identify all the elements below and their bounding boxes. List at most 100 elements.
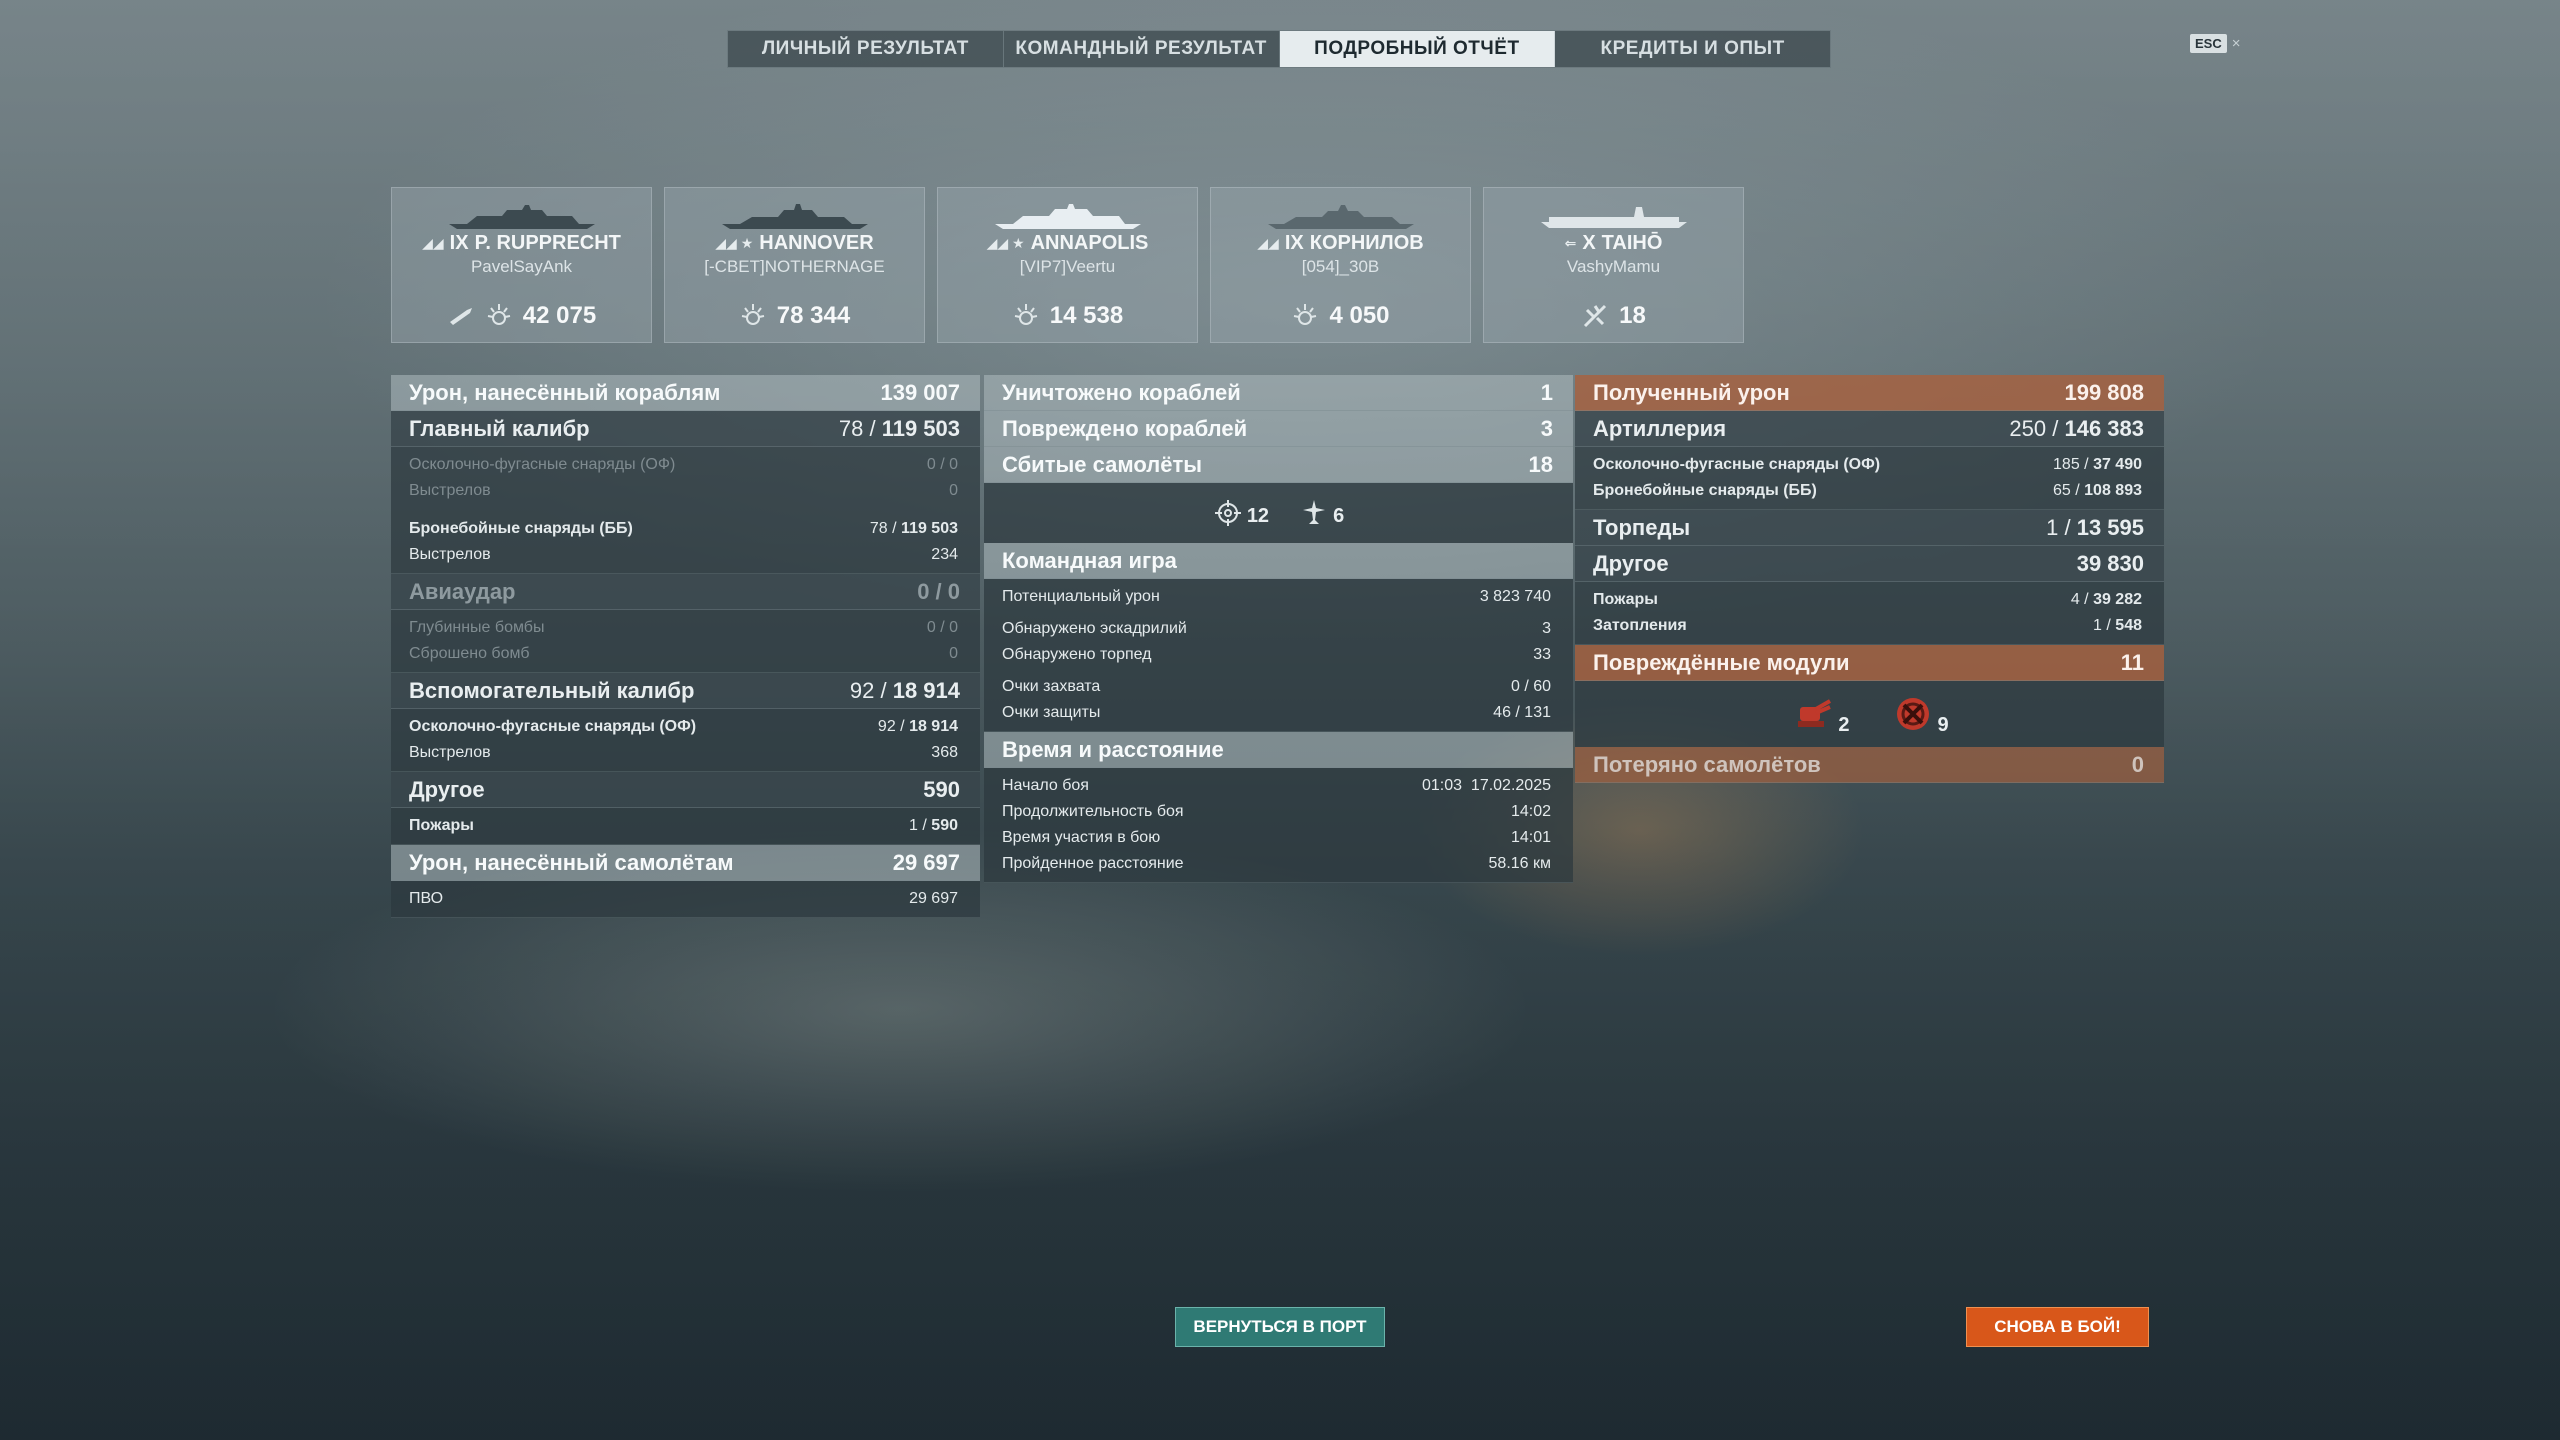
- lost-planes-row: Потеряно самолётов 0: [1575, 747, 2164, 783]
- main-battery-label: Главный калибр: [409, 415, 590, 441]
- ship-name: ◢◢ ★ HANNOVER: [715, 232, 873, 255]
- plane-damage-details: ПВО 29 697: [391, 881, 980, 918]
- fires-received-row: Пожары 4 / 39 282: [1593, 591, 2142, 608]
- artillery-details: Осколочно-фугасные снаряды (ОФ) 185 / 37…: [1575, 447, 2164, 510]
- other-damage-details: Пожары 1 / 590: [391, 808, 980, 845]
- planes-shot-row: Сбитые самолёты 18: [984, 447, 1573, 483]
- ship-card[interactable]: ◢◢ IX КОРНИЛОВ [054]_30В 4 050: [1210, 187, 1471, 343]
- tab-personal-result[interactable]: ЛИЧНЫЙ РЕЗУЛЬТАТ: [728, 31, 1004, 67]
- ap-main-shots-row: Выстрелов 234: [409, 546, 958, 563]
- received-damage-header: Полученный урон 199 808: [1575, 375, 2164, 411]
- player-name: [-СВЕТ]NOTHERNAGE: [704, 257, 885, 276]
- ship-card[interactable]: ◢◢ ★ ANNAPOLIS [VIP7]Veertu 14 538: [937, 187, 1198, 343]
- ship-card[interactable]: ⇐ X TAIHŌ VashyMamu 18: [1483, 187, 1744, 343]
- ap-main-row: Бронебойные снаряды (ББ) 78 / 119 503: [409, 520, 958, 537]
- damage-value: 4 050: [1329, 302, 1390, 329]
- main-battery-details: Осколочно-фугасные снаряды (ОФ) 0 / 0 Выс…: [391, 447, 980, 574]
- ship-card[interactable]: ◢◢ IX P. RUPPRECHT PavelSayAnk 42 075: [391, 187, 652, 343]
- plane-shot-icon: [1584, 304, 1607, 328]
- defense-points-row: Очки защиты 46 / 131: [1002, 704, 1551, 721]
- ship-tier: X: [1582, 232, 1596, 254]
- ship-silhouette-icon: [1540, 207, 1687, 228]
- ship-name-text: ANNAPOLIS: [1030, 232, 1149, 254]
- time-distance-header: Время и расстояние: [984, 732, 1573, 768]
- return-to-port-button[interactable]: ВЕРНУТЬСЯ В ПОРТ: [1175, 1307, 1385, 1347]
- fighter-kills: 6: [1299, 498, 1344, 528]
- ship-name: ◢◢ ★ ANNAPOLIS: [987, 232, 1149, 255]
- tab-detailed-report[interactable]: ПОДРОБНЫЙ ОТЧЁТ: [1279, 31, 1556, 67]
- ship-name-text: P. RUPPRECHT: [474, 232, 621, 254]
- aa-row: ПВО 29 697: [409, 890, 958, 907]
- depth-bombs-row: Глубинные бомбы 0 / 0: [409, 619, 958, 636]
- tab-bar: ЛИЧНЫЙ РЕЗУЛЬТАТ КОМАНДНЫЙ РЕЗУЛЬТАТ ПОД…: [727, 30, 1831, 68]
- teamplay-details: Потенциальный урон 3 823 740 Обнаружено э…: [984, 579, 1573, 732]
- card-stat: 42 075: [392, 302, 651, 330]
- card-stat: 78 344: [665, 302, 924, 330]
- destroyed-row: Уничтожено кораблей 1: [984, 375, 1573, 411]
- close-control[interactable]: ESC ×: [2190, 34, 2241, 53]
- other-received-row: Другое 39 830: [1575, 546, 2164, 582]
- bombs-dropped-row: Сброшено бомб 0: [409, 645, 958, 662]
- ship-silhouette-icon: [994, 204, 1141, 229]
- battle-start-row: Начало боя 01:03 17.02.2025: [1002, 777, 1551, 794]
- fires-row: Пожары 1 / 590: [409, 817, 958, 834]
- damaged-row: Повреждено кораблей 3: [984, 411, 1573, 447]
- combat-summary-panel: Уничтожено кораблей 1 Повреждено кораблей…: [984, 375, 1573, 883]
- player-name: VashyMamu: [1566, 257, 1661, 276]
- ship-silhouette-icon: [448, 205, 595, 229]
- battle-again-button[interactable]: СНОВА В БОЙ!: [1966, 1307, 2149, 1347]
- damage-icon: [741, 304, 764, 325]
- ship-silhouette-icon: [1267, 205, 1414, 229]
- ship-name: ◢◢ IX P. RUPPRECHT: [422, 232, 621, 255]
- card-stat: 4 050: [1211, 302, 1470, 330]
- torpedoes-received-row: Торпеды 1 / 13 595: [1575, 510, 2164, 546]
- he-main-row: Осколочно-фугасные снаряды (ОФ) 0 / 0: [409, 456, 958, 473]
- close-icon[interactable]: ×: [2232, 35, 2241, 52]
- ship-card[interactable]: ◢◢ ★ HANNOVER [-СВЕТ]NOTHERNAGE 78 344: [664, 187, 925, 343]
- ship-tier: IX: [449, 232, 469, 254]
- damage-value: 78 344: [776, 302, 851, 329]
- damage-value: 14 538: [1049, 302, 1124, 329]
- engine-damaged-icon: [1896, 698, 1929, 730]
- distance-row: Пройденное расстояние 58.16 км: [1002, 855, 1551, 872]
- damage-icon: [1014, 304, 1037, 325]
- damage-icon: [1294, 304, 1317, 325]
- carrier-class-icon: ⇐: [1564, 235, 1577, 251]
- torpedo-icon: [449, 308, 472, 325]
- player-name: PavelSayAnk: [470, 257, 573, 276]
- ship-name: ⇐ X TAIHŌ: [1565, 232, 1663, 255]
- he-secondary-row: Осколочно-фугасные снаряды (ОФ) 92 / 18 …: [409, 718, 958, 735]
- ship-damage-header: Урон, нанесённый кораблям 139 007: [391, 375, 980, 411]
- potential-damage-row: Потенциальный урон 3 823 740: [1002, 588, 1551, 605]
- battleship-class-icon: ◢◢ ★: [986, 235, 1025, 251]
- he-received-row: Осколочно-фугасные снаряды (ОФ) 185 / 37…: [1593, 456, 2142, 473]
- esc-key-label[interactable]: ESC: [2190, 34, 2227, 53]
- planes-shot-breakdown: 12 6: [984, 483, 1573, 543]
- airstrike-details: Глубинные бомбы 0 / 0 Сброшено бомб 0: [391, 610, 980, 673]
- player-name: [VIP7]Veertu: [1019, 257, 1116, 276]
- secondary-details: Осколочно-фугасные снаряды (ОФ) 92 / 18 …: [391, 709, 980, 772]
- he-secondary-shots-row: Выстрелов 368: [409, 744, 958, 761]
- main-battery-row: Главный калибр 78 / 119 503: [391, 411, 980, 447]
- engine-damage: 9: [1890, 691, 1949, 737]
- other-received-details: Пожары 4 / 39 282 Затопления 1 / 548: [1575, 582, 2164, 645]
- card-stat: 18: [1484, 302, 1743, 330]
- plane-damage-header: Урон, нанесённый самолётам 29 697: [391, 845, 980, 881]
- fighter-icon: [1303, 500, 1326, 524]
- ship-silhouette-icon: [721, 204, 868, 229]
- tab-team-result[interactable]: КОМАНДНЫЙ РЕЗУЛЬТАТ: [1004, 31, 1280, 67]
- torpedoes-spotted-row: Обнаружено торпед 33: [1002, 646, 1551, 663]
- time-distance-details: Начало боя 01:03 17.02.2025 Продолжительн…: [984, 768, 1573, 883]
- tab-credits-xp[interactable]: КРЕДИТЫ И ОПЫТ: [1555, 31, 1830, 67]
- damage-value: 42 075: [522, 302, 597, 329]
- modules-header: Повреждённые модули 11: [1575, 645, 2164, 681]
- flooding-received-row: Затопления 1 / 548: [1593, 617, 2142, 634]
- squadrons-spotted-row: Обнаружено эскадрилий 3: [1002, 620, 1551, 637]
- ship-tier: IX: [1284, 232, 1304, 254]
- turret-damaged-icon: [1798, 699, 1832, 727]
- ship-damage-label: Урон, нанесённый кораблям: [409, 379, 721, 405]
- battleship-class-icon: ◢◢ ★: [715, 235, 754, 251]
- planes-shot-value: 18: [1619, 302, 1646, 329]
- ship-name-text: HANNOVER: [759, 232, 874, 254]
- turret-damage: 2: [1790, 691, 1850, 737]
